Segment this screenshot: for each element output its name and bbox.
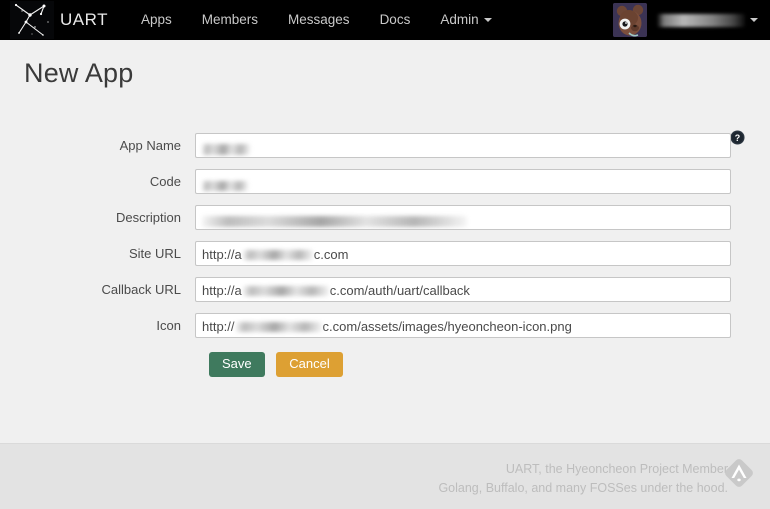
input-site-url[interactable]: http://a c.com	[195, 241, 731, 266]
label-app-name: App Name	[119, 138, 181, 153]
callback-url-redacted-domain	[242, 286, 329, 297]
form-row-description: Description	[0, 205, 770, 230]
form-row-app-name: App Name	[0, 133, 770, 158]
nav-link-docs[interactable]: Docs	[365, 0, 426, 40]
teddy-bear-avatar[interactable]	[613, 3, 647, 37]
save-button[interactable]: Save	[209, 352, 265, 377]
label-site-url: Site URL	[128, 246, 181, 261]
code-redacted-value	[202, 180, 248, 191]
chevron-down-icon	[483, 18, 492, 23]
description-redacted-value	[202, 216, 467, 228]
nav-link-apps[interactable]: Apps	[126, 0, 187, 40]
user-menu[interactable]	[657, 13, 758, 27]
nav-link-admin[interactable]: Admin	[425, 0, 506, 40]
user-chevron-down-icon	[750, 18, 758, 22]
input-callback-url[interactable]: http://a c.com/auth/uart/callback	[195, 277, 731, 302]
page-content: New App ? App Name Code Description Site…	[0, 40, 770, 443]
label-icon: Icon	[156, 318, 181, 333]
cancel-button[interactable]: Cancel	[276, 352, 343, 377]
username-redacted	[657, 13, 745, 27]
page-footer: UART, the Hyeoncheon Project Member Gola…	[0, 443, 770, 509]
constellation-logo-icon[interactable]	[10, 1, 54, 39]
icon-url-suffix: c.com/assets/images/hyeoncheon-icon.png	[322, 319, 572, 335]
form-row-callback-url: Callback URL http://a c.com/auth/uart/cal…	[0, 277, 770, 302]
footer-line-2: Golang, Buffalo, and many FOSSes under t…	[438, 481, 728, 495]
site-url-suffix: c.com	[313, 247, 349, 263]
icon-url-prefix: http://	[202, 319, 235, 335]
footer-text: UART, the Hyeoncheon Project Member Gola…	[438, 460, 728, 498]
footer-line-1: UART, the Hyeoncheon Project Member	[505, 462, 728, 476]
nav-link-messages[interactable]: Messages	[273, 0, 365, 40]
label-description: Description	[115, 210, 181, 225]
site-url-prefix: http://a	[202, 247, 242, 263]
label-callback-url: Callback URL	[101, 282, 181, 297]
new-app-form: App Name Code Description Site URL http:…	[0, 133, 770, 377]
label-code: Code	[149, 174, 181, 189]
app-name-redacted-value	[202, 144, 250, 156]
input-code[interactable]	[195, 169, 731, 194]
callback-url-prefix: http://a	[202, 283, 242, 299]
callback-url-suffix: c.com/auth/uart/callback	[329, 283, 470, 299]
page-title: New App	[24, 58, 134, 88]
form-row-icon: Icon http:// c.com/assets/images/hyeonche…	[0, 313, 770, 338]
top-navbar: UART Apps Members Messages Docs Admin	[0, 0, 770, 40]
feedly-diamond-badge-icon[interactable]	[723, 457, 755, 489]
form-actions: Save Cancel	[0, 352, 770, 377]
form-row-code: Code	[0, 169, 770, 194]
navbar-right	[613, 3, 770, 37]
nav-links: Apps Members Messages Docs Admin	[126, 0, 507, 40]
form-row-site-url: Site URL http://a c.com	[0, 241, 770, 266]
nav-link-members[interactable]: Members	[187, 0, 273, 40]
site-url-redacted-domain	[242, 250, 313, 261]
icon-url-redacted-domain	[235, 322, 322, 333]
brand-title[interactable]: UART	[60, 10, 108, 30]
input-icon[interactable]: http:// c.com/assets/images/hyeoncheon-ic…	[195, 313, 731, 338]
nav-link-admin-label: Admin	[440, 12, 479, 27]
input-app-name[interactable]	[195, 133, 731, 158]
input-description[interactable]	[195, 205, 731, 230]
